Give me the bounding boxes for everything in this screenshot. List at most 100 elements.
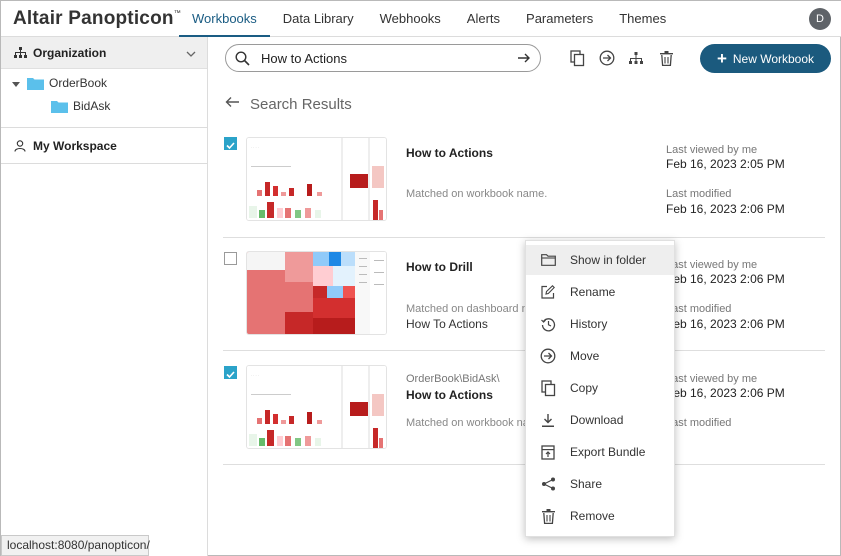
menu-item-label: Share — [570, 477, 603, 491]
hierarchy-icon — [14, 46, 27, 64]
user-avatar[interactable]: D — [809, 8, 831, 30]
menu-item-label: Download — [570, 413, 624, 427]
last-modified-value: Feb 16, 2023 2:06 PM — [666, 202, 785, 216]
menu-item-copy[interactable]: Copy — [526, 373, 674, 403]
last-modified-label: Last modified — [666, 303, 732, 315]
row-divider — [223, 464, 825, 465]
menu-item-label: Move — [570, 349, 600, 363]
last-viewed-value: Feb 16, 2023 2:06 PM — [666, 386, 785, 400]
menu-item-share[interactable]: Share — [526, 469, 674, 499]
organization-header[interactable]: Organization — [1, 37, 207, 69]
menu-item-show-in-folder[interactable]: Show in folder — [526, 245, 674, 275]
tab-webhooks[interactable]: Webhooks — [367, 1, 454, 37]
menu-item-label: History — [570, 317, 608, 331]
brand-logo: Altair Panopticon™ — [13, 8, 181, 29]
copy-icon — [569, 49, 584, 66]
last-viewed-label: Last viewed by me — [666, 259, 758, 271]
trash-icon — [659, 50, 673, 66]
tree-item-label: BidAsk — [73, 99, 111, 113]
workbook-thumbnail[interactable] — [246, 251, 387, 335]
move-icon — [599, 50, 615, 66]
arrow-right-icon[interactable] — [516, 50, 532, 71]
results-header: Search Results — [225, 94, 352, 114]
top-bar: Altair Panopticon™ Workbooks Data Librar… — [1, 1, 841, 37]
delete-button[interactable] — [657, 49, 675, 67]
new-workbook-button[interactable]: + New Workbook — [700, 44, 831, 73]
my-workspace-item[interactable]: My Workspace — [1, 128, 207, 164]
svg-text:. . . .: . . . . — [251, 372, 259, 377]
folder-icon — [540, 252, 556, 268]
copy-icon — [540, 379, 556, 396]
folder-icon — [51, 100, 68, 113]
search-input[interactable] — [261, 49, 501, 67]
checkmark-icon — [226, 371, 235, 379]
search-box — [225, 44, 541, 72]
workbook-title[interactable]: How to Drill — [406, 260, 473, 274]
back-arrow-icon[interactable] — [225, 95, 240, 113]
status-bar-url: localhost:8080/panopticon/ — [1, 535, 150, 556]
match-text: Matched on workbook name. — [406, 188, 548, 200]
last-viewed-value: Feb 16, 2023 2:06 PM — [666, 272, 785, 286]
menu-item-label: Show in folder — [570, 253, 647, 267]
menu-item-label: Copy — [570, 381, 599, 395]
checkmark-icon — [226, 142, 235, 150]
caret-down-icon[interactable] — [11, 78, 21, 88]
menu-item-rename[interactable]: Rename — [526, 277, 674, 307]
tree-item-label: OrderBook — [49, 76, 108, 90]
my-workspace-label: My Workspace — [33, 139, 117, 153]
row-checkbox[interactable] — [224, 137, 237, 150]
menu-item-label: Rename — [570, 285, 616, 299]
hierarchy-icon — [629, 51, 643, 64]
edit-icon — [540, 284, 556, 300]
menu-item-move[interactable]: Move — [526, 341, 674, 371]
app-frame: Altair Panopticon™ Workbooks Data Librar… — [0, 0, 841, 556]
export-bundle-icon — [540, 444, 556, 460]
workbook-title[interactable]: How to Actions — [406, 146, 493, 160]
history-icon — [540, 316, 556, 332]
tab-data-library[interactable]: Data Library — [270, 1, 367, 37]
results-title: Search Results — [250, 95, 352, 113]
menu-item-label: Remove — [570, 509, 615, 523]
tree-item-bidask[interactable]: BidAsk — [51, 96, 110, 116]
sidebar: Organization OrderBook BidAsk My Workspa… — [1, 37, 208, 556]
row-checkbox[interactable] — [224, 252, 237, 265]
row-checkbox[interactable] — [224, 366, 237, 379]
dashboard-name: How To Actions — [406, 317, 488, 331]
folder-icon — [27, 77, 44, 90]
search-icon — [235, 51, 250, 71]
main-tabs: Workbooks Data Library Webhooks Alerts P… — [179, 1, 679, 37]
move-button[interactable] — [598, 49, 616, 67]
last-viewed-value: Feb 16, 2023 2:05 PM — [666, 157, 785, 171]
last-modified-label: Last modified — [666, 417, 732, 429]
workbook-title[interactable]: How to Actions — [406, 388, 493, 402]
workbook-thumbnail[interactable]: . . . . — [246, 365, 387, 449]
context-menu: Show in folder Rename History Move Copy — [525, 240, 675, 537]
tab-themes[interactable]: Themes — [606, 1, 679, 37]
share-icon — [540, 476, 556, 492]
chevron-down-icon[interactable] — [186, 46, 196, 64]
menu-item-export-bundle[interactable]: Export Bundle — [526, 437, 674, 467]
trash-icon — [540, 508, 556, 524]
tab-alerts[interactable]: Alerts — [454, 1, 513, 37]
copy-button[interactable] — [568, 49, 586, 67]
tab-parameters[interactable]: Parameters — [513, 1, 606, 37]
last-modified-label: Last modified — [666, 188, 732, 200]
plus-icon: + — [716, 48, 727, 68]
download-icon — [540, 412, 556, 428]
tab-workbooks[interactable]: Workbooks — [179, 1, 270, 37]
last-viewed-label: Last viewed by me — [666, 144, 758, 156]
menu-item-download[interactable]: Download — [526, 405, 674, 435]
hierarchy-button[interactable] — [627, 49, 645, 67]
user-icon — [14, 139, 26, 157]
workbook-thumbnail[interactable]: . . . . — [246, 137, 387, 221]
menu-item-label: Export Bundle — [570, 445, 646, 459]
svg-text:. . . .: . . . . — [251, 144, 259, 149]
tree-item-orderbook[interactable]: OrderBook — [11, 73, 107, 93]
menu-item-history[interactable]: History — [526, 309, 674, 339]
row-divider — [223, 350, 825, 351]
last-viewed-label: Last viewed by me — [666, 373, 758, 385]
row-divider — [223, 237, 825, 238]
move-icon — [540, 348, 556, 364]
menu-item-remove[interactable]: Remove — [526, 501, 674, 531]
organization-label: Organization — [33, 46, 107, 60]
